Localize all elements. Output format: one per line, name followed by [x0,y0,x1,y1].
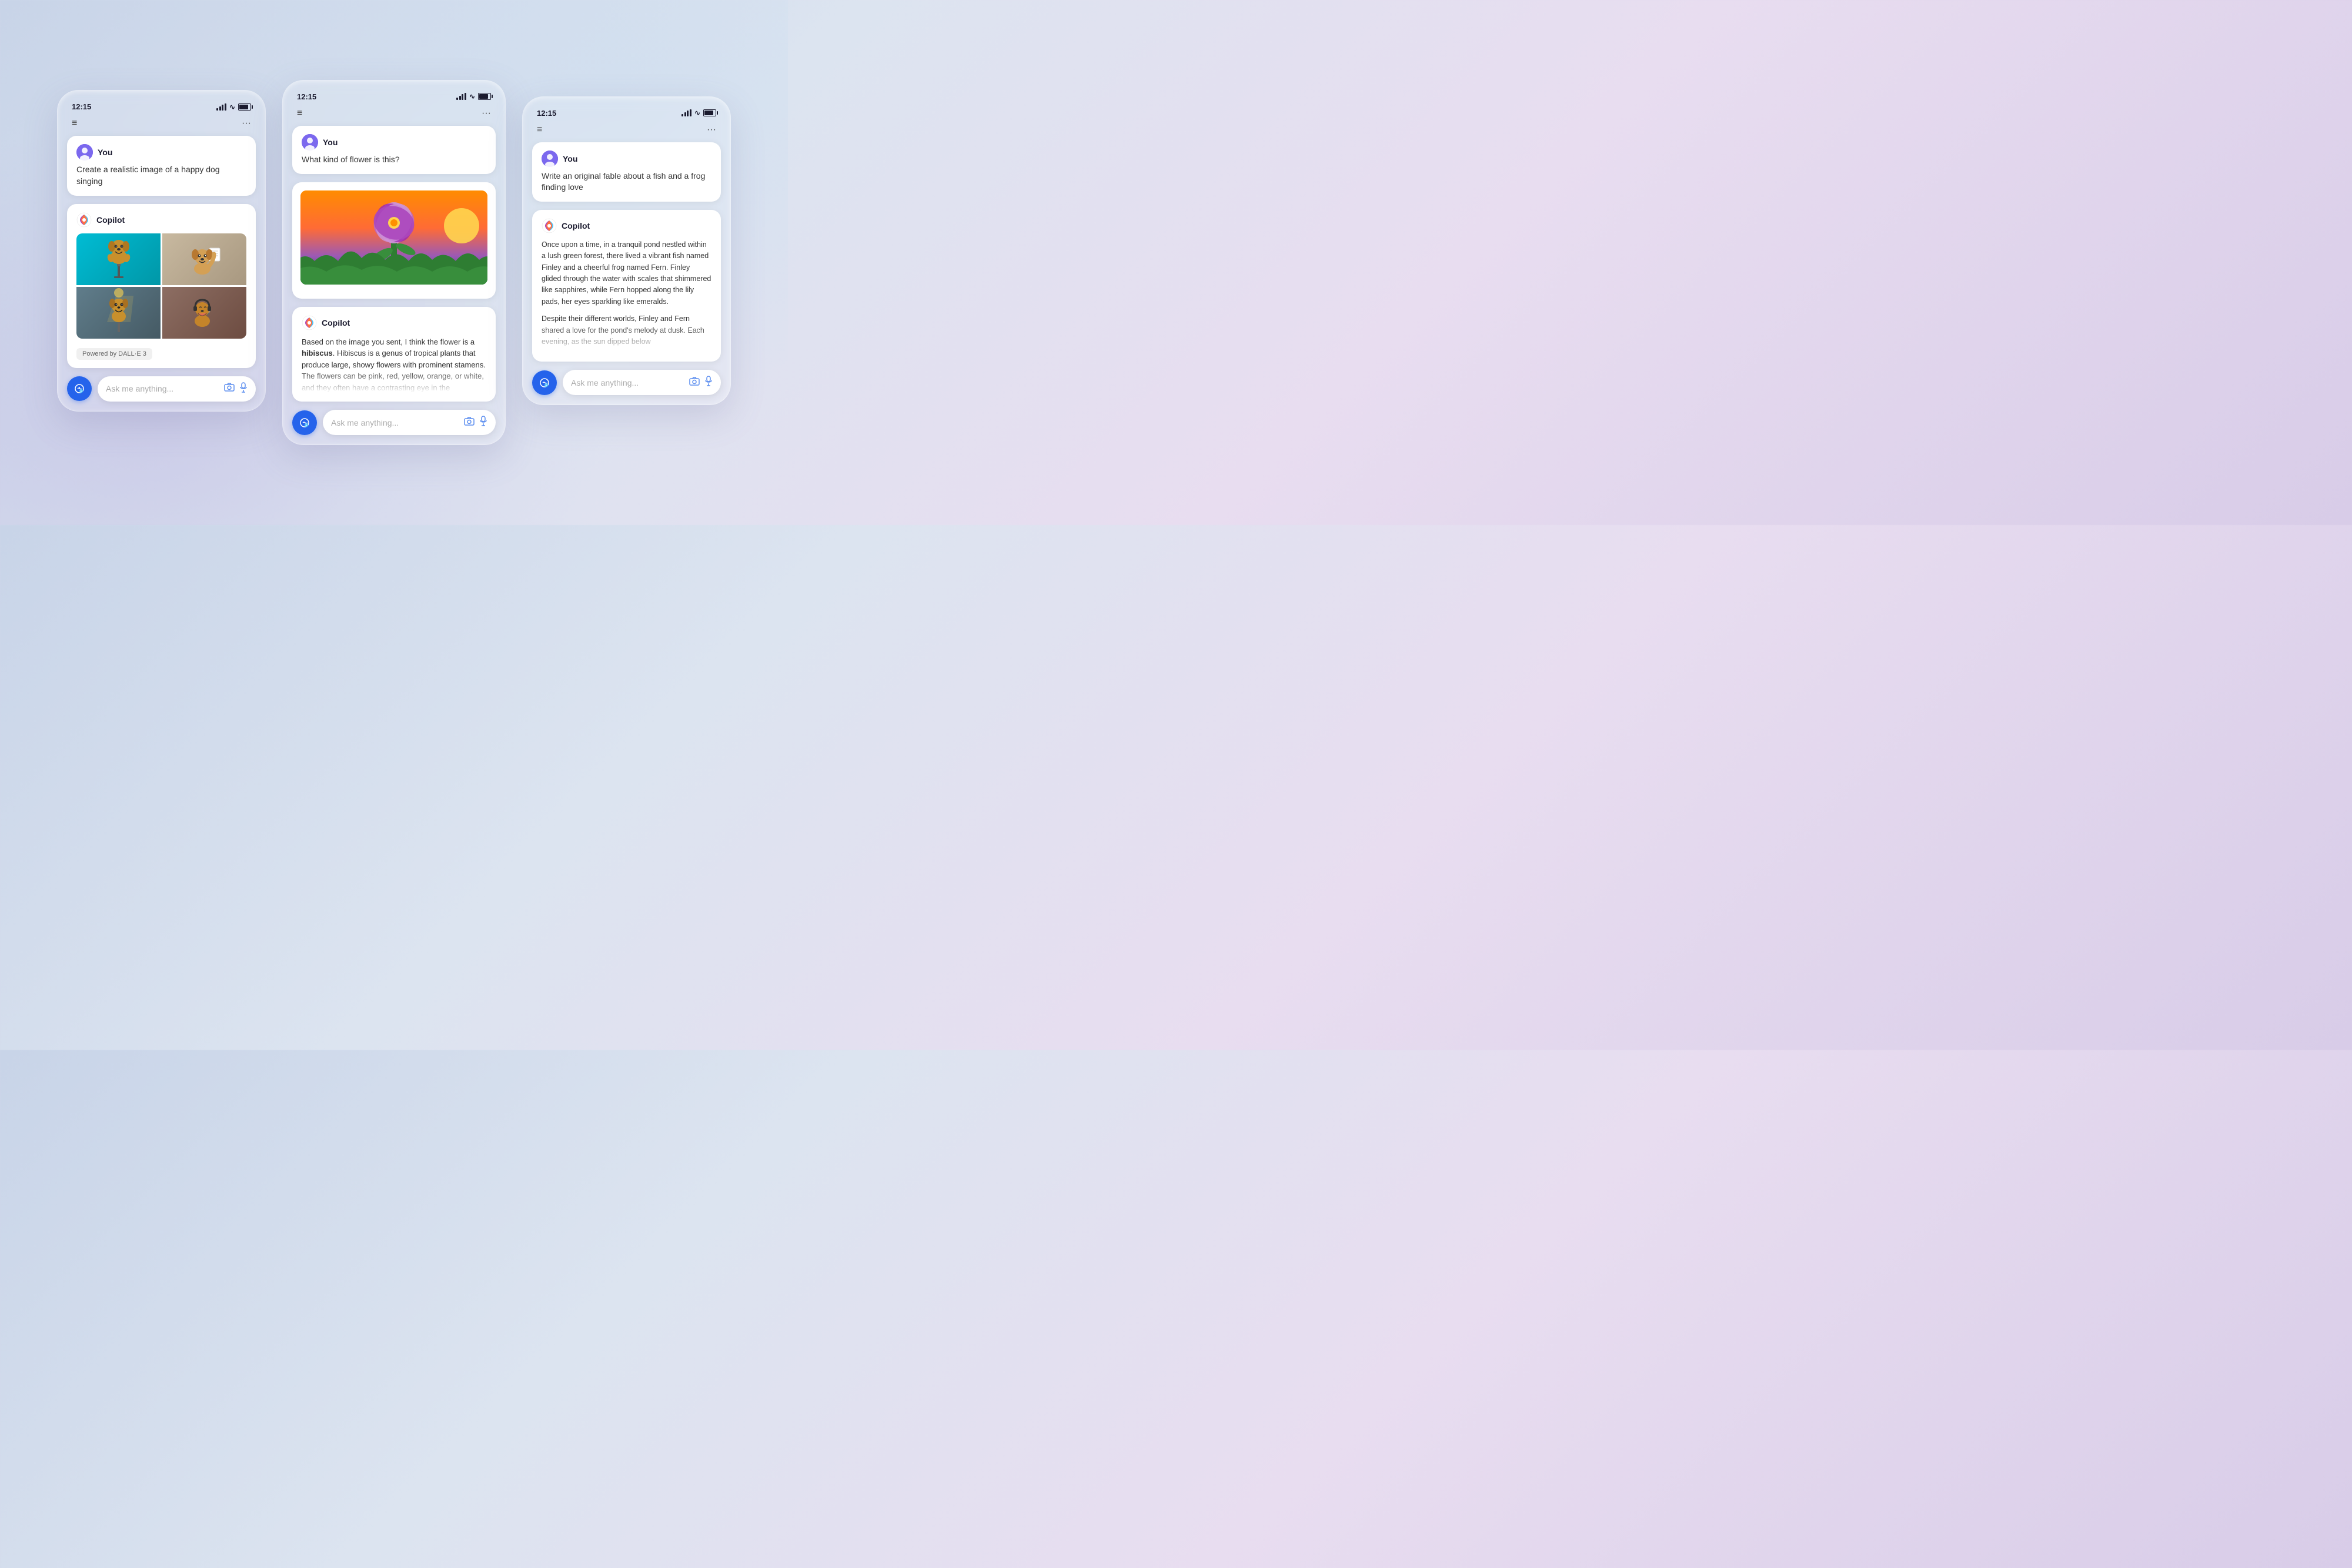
fable-text: Once upon a time, in a tranquil pond nes… [542,239,711,347]
svg-text:+: + [306,424,308,427]
user-bubble-center: You What kind of flower is this? [292,126,496,174]
battery-icon-right [703,109,716,116]
signal-icon-center [456,93,466,100]
more-icon-left[interactable]: ··· [242,118,251,129]
wifi-icon-left: ∿ [229,103,235,111]
input-placeholder-left: Ask me anything... [106,384,173,393]
mic-icon-right[interactable] [704,376,713,389]
menu-icon-right[interactable]: ≡ [537,125,542,135]
wifi-icon-center: ∿ [469,92,475,101]
time-right: 12:15 [537,109,556,118]
time-left: 12:15 [72,102,91,111]
svg-text:+: + [546,384,547,387]
input-area-center: + Ask me anything... [292,410,496,435]
user-message-left: Create a realistic image of a happy dog … [76,164,246,187]
avatar-center [302,134,318,151]
signal-icon-right [681,109,691,116]
input-placeholder-center: Ask me anything... [331,418,399,427]
user-bubble-right: You Write an original fable about a fish… [532,142,721,202]
app-header-left: ≡ ··· [67,116,256,136]
status-icons-left: ∿ [216,103,251,111]
user-header-left: You [76,144,246,161]
dog-image-4 [162,287,246,339]
battery-icon-left [238,103,251,111]
center-phone: 12:15 ∿ ≡ ··· [282,80,506,445]
camera-icon-right[interactable] [689,377,700,389]
dog-image-3 [76,287,161,339]
copilot-bubble-left: Copilot [67,204,256,368]
menu-icon-left[interactable]: ≡ [72,118,77,129]
input-icons-center [464,416,487,429]
input-placeholder-right: Ask me anything... [571,378,639,387]
status-icons-right: ∿ [681,109,716,117]
input-icons-left [224,382,248,396]
input-field-left[interactable]: Ask me anything... [98,376,256,402]
dog-image-grid [76,233,246,339]
copilot-name-right: Copilot [562,221,590,230]
input-field-center[interactable]: Ask me anything... [323,410,496,435]
mic-icon-left[interactable] [239,382,248,396]
user-message-right: Write an original fable about a fish and… [542,170,711,193]
app-header-center: ≡ ··· [292,106,496,126]
input-icons-right [689,376,713,389]
status-icons-center: ∿ [456,92,491,101]
user-header-center: You [302,134,486,151]
copilot-name-left: Copilot [96,215,125,225]
add-button-right[interactable]: + [532,370,557,395]
add-button-left[interactable]: + [67,376,92,401]
user-message-center: What kind of flower is this? [302,154,486,166]
input-field-right[interactable]: Ask me anything... [563,370,721,395]
right-phone-screen: 12:15 ∿ ≡ ··· [522,96,731,406]
fable-content: Once upon a time, in a tranquil pond nes… [542,239,711,353]
copilot-text-center-wrap: Based on the image you sent, I think the… [302,336,486,394]
center-phone-screen: 12:15 ∿ ≡ ··· [282,80,506,445]
right-phone: 12:15 ∿ ≡ ··· [522,96,731,406]
left-phone: 12:15 ∿ ≡ ··· [57,90,266,411]
user-name-left: You [98,148,112,157]
copilot-header-center: Copilot [302,315,486,330]
camera-icon-center[interactable] [464,417,475,429]
copilot-text-center: Based on the image you sent, I think the… [302,336,486,394]
status-bar-right: 12:15 ∿ [532,106,721,122]
copilot-bubble-right: Copilot Once upon a time, in a tranquil … [532,210,721,362]
more-icon-right[interactable]: ··· [707,125,716,135]
copilot-name-center: Copilot [322,318,350,327]
flower-image [300,190,487,285]
app-header-right: ≡ ··· [532,122,721,142]
avatar-right [542,151,558,167]
user-bubble-left: You Create a realistic image of a happy … [67,136,256,195]
dog-image-2 [162,233,246,285]
copilot-logo-left [76,212,92,228]
copilot-bubble-center: Copilot Based on the image you sent, I t… [292,307,496,402]
user-name-center: You [323,138,338,147]
user-header-right: You [542,151,711,167]
copilot-header-left: Copilot [76,212,246,228]
battery-icon-center [478,93,491,100]
wifi-icon-right: ∿ [694,109,700,117]
left-phone-screen: 12:15 ∿ ≡ ··· [57,90,266,411]
fable-paragraph-2: Despite their different worlds, Finley a… [542,313,711,347]
status-bar-left: 12:15 ∿ [67,100,256,116]
add-button-center[interactable]: + [292,410,317,435]
dog-image-1 [76,233,161,285]
menu-icon-center[interactable]: ≡ [297,108,302,119]
avatar-left [76,144,93,161]
camera-icon-left[interactable] [224,383,235,394]
fable-paragraph-1: Once upon a time, in a tranquil pond nes… [542,239,711,307]
mic-icon-center[interactable] [479,416,487,429]
copilot-header-right: Copilot [542,218,711,233]
powered-by-label: Powered by DALL·E 3 [76,348,152,360]
flower-image-bubble [292,182,496,299]
input-area-left: + Ask me anything... [67,376,256,402]
time-center: 12:15 [297,92,316,101]
more-icon-center[interactable]: ··· [482,108,491,119]
status-bar-center: 12:15 ∿ [292,90,496,106]
input-area-right: + Ask me anything... [532,370,721,395]
user-name-right: You [563,154,577,163]
svg-text:+: + [81,390,82,393]
signal-icon-left [216,103,226,111]
copilot-logo-right [542,218,557,233]
copilot-logo-center [302,315,317,330]
